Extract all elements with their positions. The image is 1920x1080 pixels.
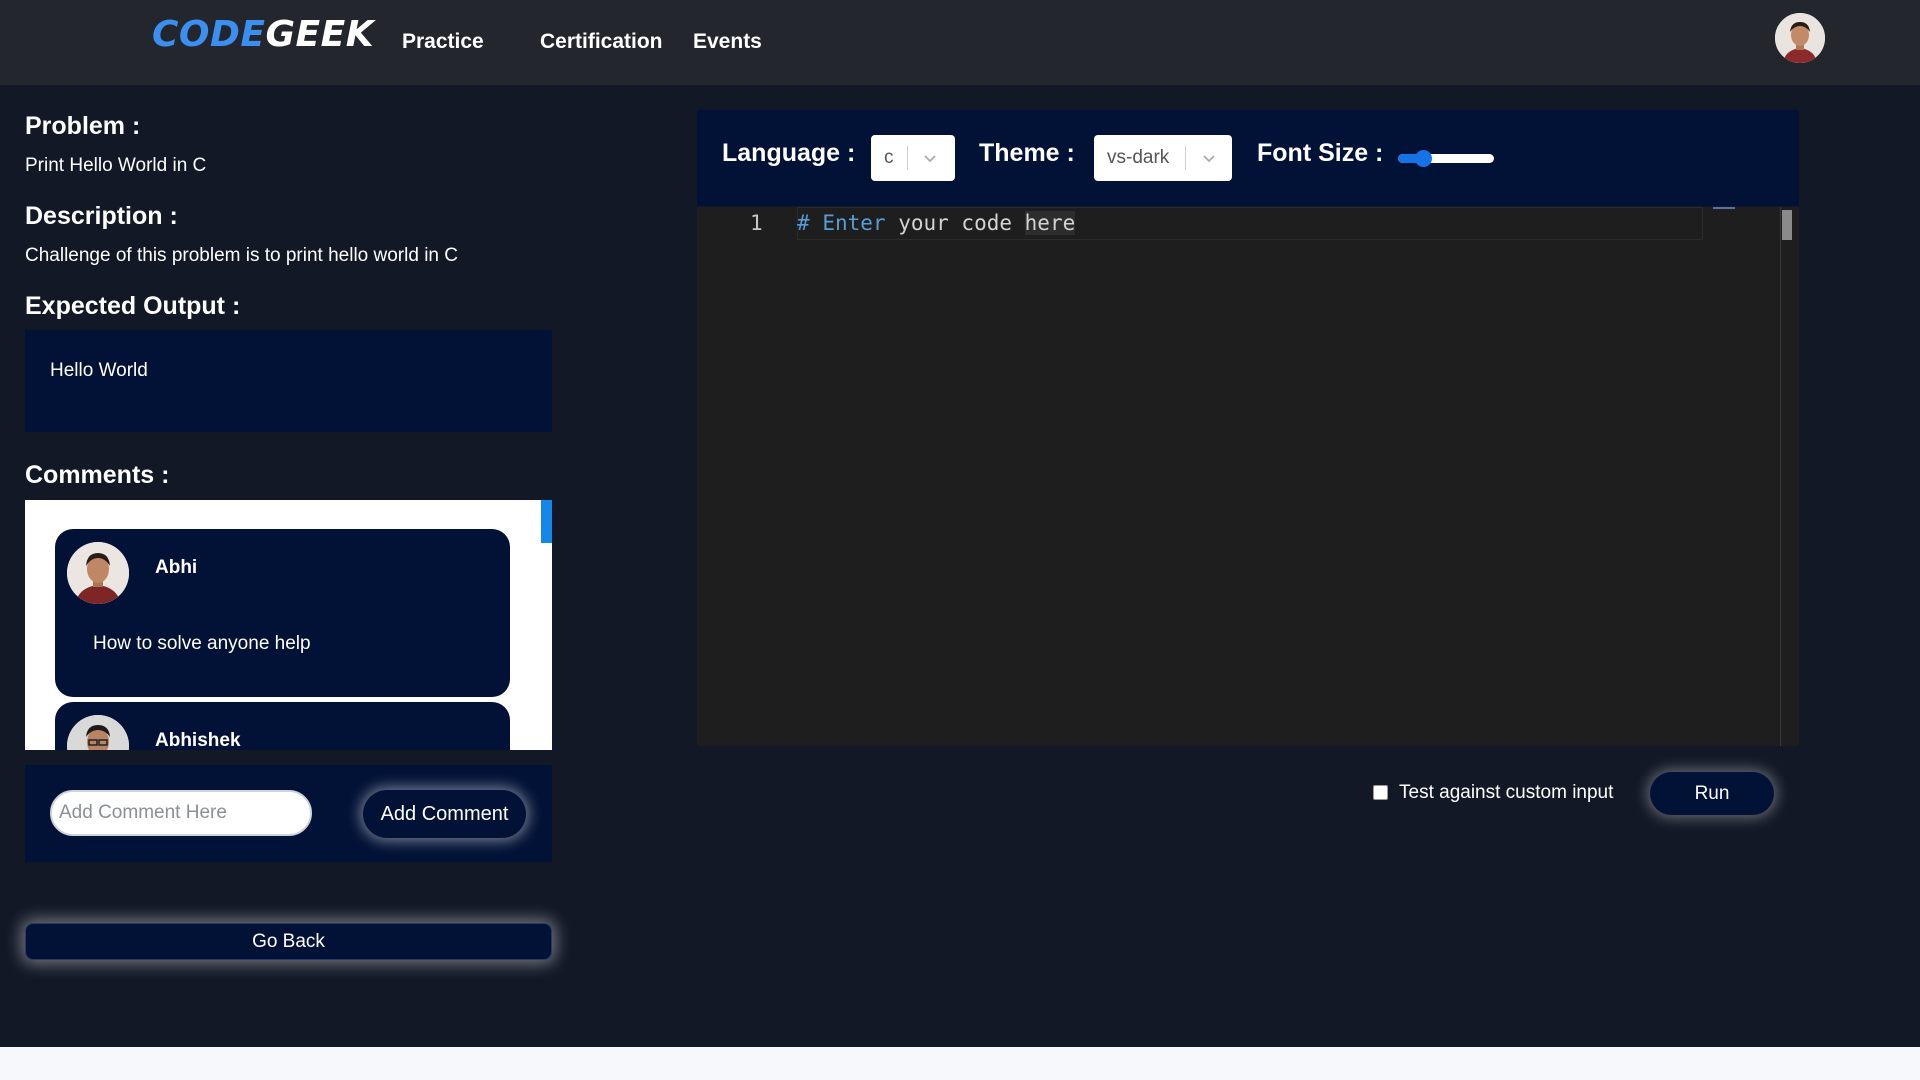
- code-editor[interactable]: 1 # Enter your code here: [697, 207, 1799, 746]
- go-back-button[interactable]: Go Back: [25, 923, 552, 960]
- code-token: your: [898, 211, 949, 235]
- logo[interactable]: CODEGEEK: [152, 14, 374, 55]
- theme-select[interactable]: vs-dark: [1094, 135, 1232, 181]
- comment-avatar: [67, 715, 129, 750]
- editor-scrollbar[interactable]: [1782, 210, 1792, 240]
- comments-list[interactable]: Abhi How to solve anyone help Abhishek: [25, 500, 552, 750]
- custom-input-checkbox[interactable]: [1373, 785, 1388, 800]
- comments-heading: Comments :: [25, 461, 170, 489]
- slider-thumb[interactable]: [1414, 150, 1432, 167]
- nav-link-events[interactable]: Events: [693, 30, 762, 54]
- minimap-indicator: [1713, 207, 1735, 209]
- code-token: code: [961, 211, 1012, 235]
- description-heading: Description :: [25, 202, 178, 230]
- code-token: #: [797, 211, 810, 235]
- code-token: here: [1024, 211, 1076, 235]
- custom-input-label[interactable]: Test against custom input: [1399, 782, 1613, 804]
- user-avatar[interactable]: [1775, 13, 1825, 63]
- description-text: Challenge of this problem is to print he…: [25, 245, 458, 266]
- comment-avatar: [67, 542, 129, 604]
- app-root: CODEGEEK Practice Certification Events P…: [0, 0, 1920, 1047]
- font-size-slider[interactable]: [1398, 150, 1494, 167]
- user-avatar-icon: [1775, 13, 1825, 63]
- logo-part-code: CODE: [152, 14, 266, 55]
- add-comment-button[interactable]: Add Comment: [363, 790, 526, 838]
- code-line[interactable]: # Enter your code here: [797, 211, 1076, 235]
- editor-scroll-gutter: [1780, 207, 1781, 746]
- select-divider: [1185, 146, 1186, 170]
- select-divider: [907, 146, 908, 170]
- theme-label: Theme :: [979, 139, 1075, 167]
- language-select[interactable]: c: [871, 135, 955, 181]
- comment-card: Abhi How to solve anyone help: [55, 529, 510, 697]
- comment-card: Abhishek: [55, 702, 510, 750]
- comment-author: Abhi: [155, 557, 198, 578]
- language-select-value: c: [884, 147, 894, 168]
- problem-heading: Problem :: [25, 112, 141, 140]
- user-avatar-icon: [67, 715, 129, 750]
- comment-text: How to solve anyone help: [93, 633, 311, 654]
- font-size-label: Font Size :: [1257, 139, 1384, 167]
- chevron-down-icon: [1203, 155, 1215, 163]
- nav-link-certification[interactable]: Certification: [540, 30, 663, 54]
- expected-output-box: Hello World: [25, 330, 552, 432]
- chevron-down-icon: [924, 155, 936, 163]
- problem-title: Print Hello World in C: [25, 155, 207, 176]
- nav-link-practice[interactable]: Practice: [402, 30, 484, 54]
- top-navbar: CODEGEEK Practice Certification Events: [0, 0, 1920, 85]
- comments-scrollbar[interactable]: [541, 500, 552, 543]
- comment-author: Abhishek: [155, 730, 241, 750]
- code-token: Enter: [822, 211, 886, 235]
- expected-output-text: Hello World: [50, 360, 148, 381]
- expected-output-heading: Expected Output :: [25, 292, 241, 320]
- language-label: Language :: [722, 139, 856, 167]
- comment-input[interactable]: [50, 790, 312, 836]
- logo-part-geek: GEEK: [265, 14, 375, 55]
- user-avatar-icon: [67, 542, 129, 604]
- run-button[interactable]: Run: [1650, 772, 1774, 815]
- line-number: 1: [750, 211, 763, 235]
- editor-toolbar: Language : c Theme : vs-dark Font Size :: [697, 110, 1799, 206]
- theme-select-value: vs-dark: [1107, 147, 1170, 168]
- add-comment-bar: Add Comment: [25, 765, 552, 862]
